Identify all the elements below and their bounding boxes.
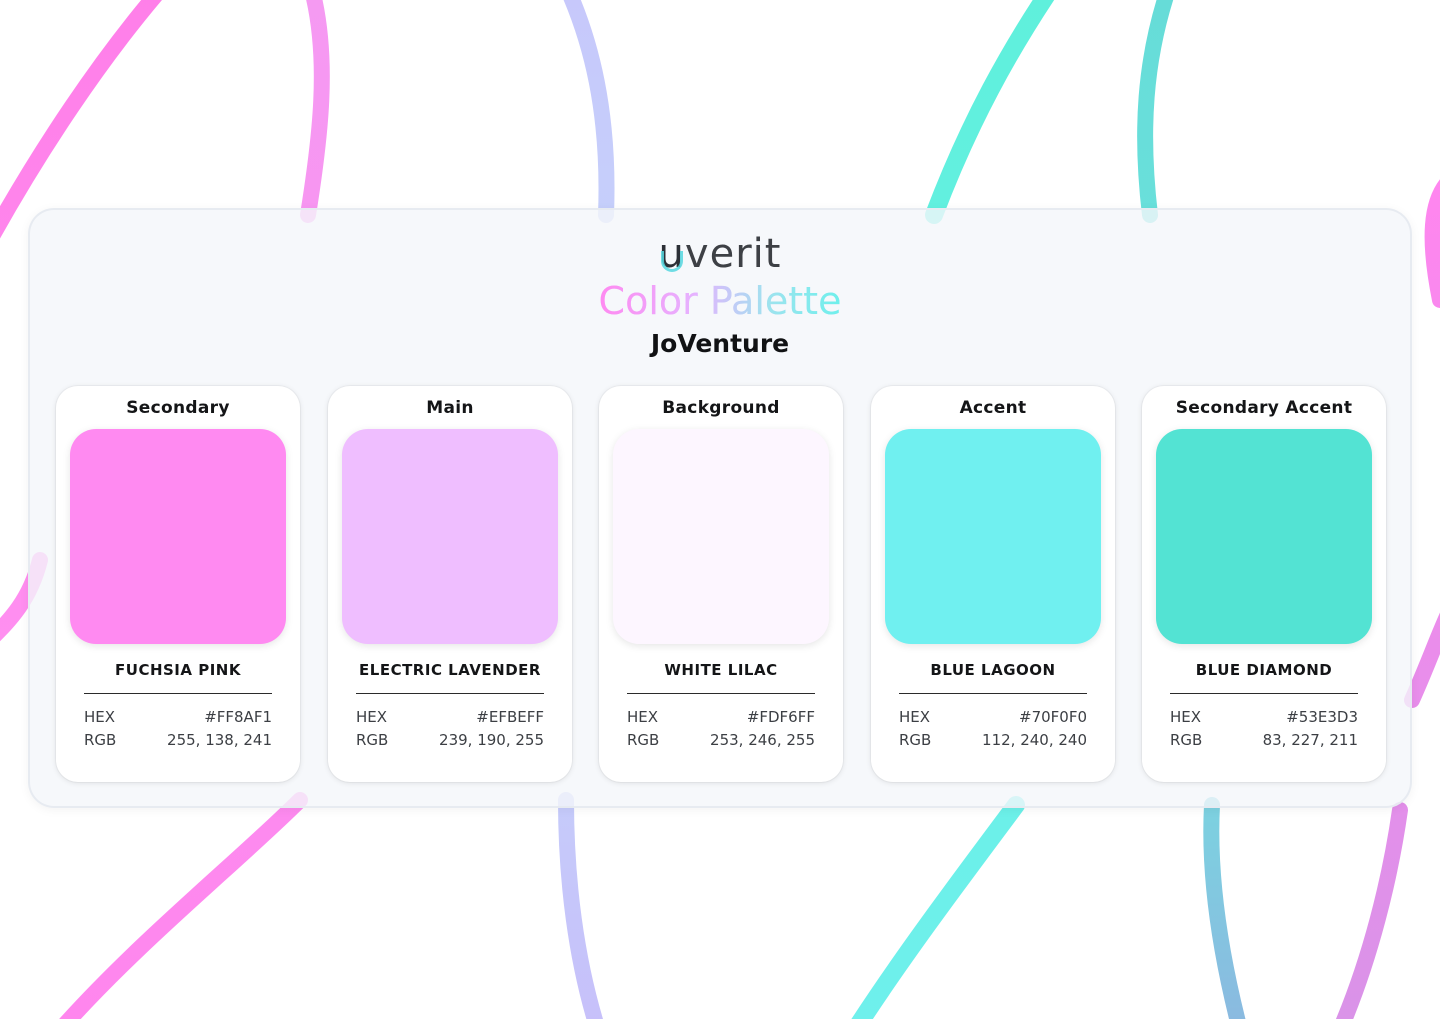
color-swatch[interactable] xyxy=(1156,429,1372,644)
color-name: WHITE LILAC xyxy=(664,661,778,679)
swatch-card[interactable]: Main ELECTRIC LAVENDER HEX #EFBEFF RGB 239, 1… xyxy=(328,386,572,782)
rgb-label: RGB xyxy=(1170,731,1203,749)
divider xyxy=(356,693,544,694)
color-swatch[interactable] xyxy=(342,429,558,644)
hex-row: HEX #70F0F0 xyxy=(899,708,1087,730)
divider xyxy=(84,693,272,694)
rgb-value[interactable]: 255, 138, 241 xyxy=(167,731,272,749)
page-title: Color Palette xyxy=(598,279,842,323)
color-swatch[interactable] xyxy=(885,429,1101,644)
rgb-row: RGB 255, 138, 241 xyxy=(84,731,272,753)
hex-label: HEX xyxy=(1170,708,1202,726)
hex-row: HEX #EFBEFF xyxy=(356,708,544,730)
rgb-label: RGB xyxy=(356,731,389,749)
swatch-role-label: Secondary Accent xyxy=(1175,398,1353,418)
hex-label: HEX xyxy=(356,708,388,726)
rgb-row: RGB 112, 240, 240 xyxy=(899,731,1087,753)
brand-logo: uverit xyxy=(0,230,1440,278)
hex-row: HEX #53E3D3 xyxy=(1170,708,1358,730)
rgb-label: RGB xyxy=(627,731,660,749)
swatch-role-label: Main xyxy=(426,398,474,418)
hex-value[interactable]: #FDF6FF xyxy=(747,708,815,726)
hex-row: HEX #FDF6FF xyxy=(627,708,815,730)
color-swatch[interactable] xyxy=(613,429,829,644)
hex-value[interactable]: #EFBEFF xyxy=(476,708,544,726)
swatch-card[interactable]: Accent BLUE LAGOON HEX #70F0F0 RGB 112, 240, … xyxy=(871,386,1115,782)
rgb-row: RGB 239, 190, 255 xyxy=(356,731,544,753)
rgb-row: RGB 253, 246, 255 xyxy=(627,731,815,753)
hex-value[interactable]: #53E3D3 xyxy=(1286,708,1358,726)
rgb-label: RGB xyxy=(84,731,117,749)
hex-value[interactable]: #FF8AF1 xyxy=(204,708,272,726)
swatch-card[interactable]: Secondary FUCHSIA PINK HEX #FF8AF1 RGB 255, 1… xyxy=(56,386,300,782)
color-name: FUCHSIA PINK xyxy=(115,661,241,679)
swatch-role-label: Background xyxy=(662,398,780,418)
color-swatch[interactable] xyxy=(70,429,286,644)
divider xyxy=(627,693,815,694)
rgb-label: RGB xyxy=(899,731,932,749)
rgb-value[interactable]: 112, 240, 240 xyxy=(982,731,1087,749)
hex-label: HEX xyxy=(84,708,116,726)
logo-text: verit xyxy=(684,231,782,277)
divider xyxy=(1170,693,1358,694)
swatch-role-label: Accent xyxy=(959,398,1027,418)
hex-value[interactable]: #70F0F0 xyxy=(1019,708,1087,726)
divider xyxy=(899,693,1087,694)
swatch-cards: Secondary FUCHSIA PINK HEX #FF8AF1 RGB 255, 1… xyxy=(56,386,1386,782)
swatch-card[interactable]: Background WHITE LILAC HEX #FDF6FF RGB 253, 2… xyxy=(599,386,843,782)
rgb-value[interactable]: 253, 246, 255 xyxy=(710,731,815,749)
color-name: BLUE LAGOON xyxy=(930,661,1056,679)
swatch-role-label: Secondary xyxy=(126,398,230,418)
color-name: ELECTRIC LAVENDER xyxy=(359,661,541,679)
swatch-card[interactable]: Secondary Accent BLUE DIAMOND HEX #53E3D3 RG… xyxy=(1142,386,1386,782)
hex-label: HEX xyxy=(899,708,931,726)
rgb-row: RGB 83, 227, 211 xyxy=(1170,731,1358,753)
hex-row: HEX #FF8AF1 xyxy=(84,708,272,730)
hex-label: HEX xyxy=(627,708,659,726)
rgb-value[interactable]: 239, 190, 255 xyxy=(439,731,544,749)
rgb-value[interactable]: 83, 227, 211 xyxy=(1263,731,1358,749)
project-name: JoVenture xyxy=(650,329,790,358)
logo-initial: u xyxy=(658,231,685,277)
color-name: BLUE DIAMOND xyxy=(1195,661,1333,679)
page-title-wrap: Color Palette xyxy=(0,278,1440,324)
